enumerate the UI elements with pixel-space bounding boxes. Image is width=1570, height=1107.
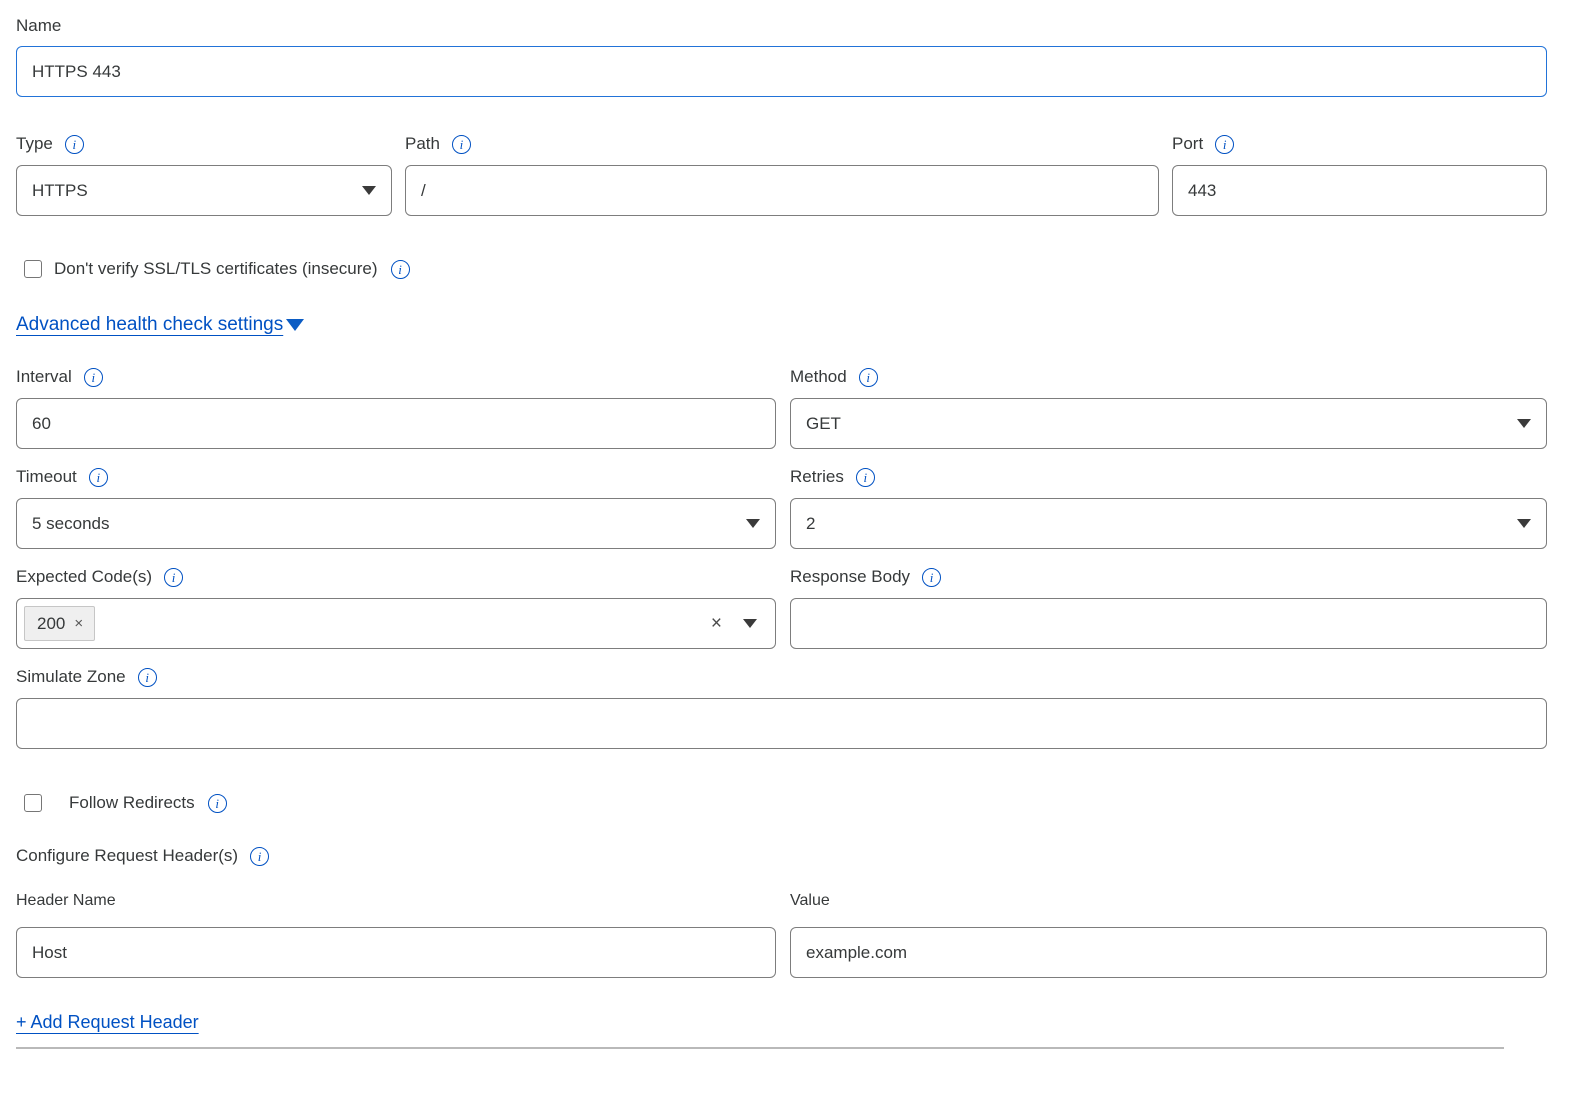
expected-codes-label: Expected Code(s) <box>16 567 152 587</box>
clear-all-icon[interactable]: × <box>711 614 722 633</box>
info-icon[interactable]: i <box>65 135 84 154</box>
method-label: Method <box>790 367 847 387</box>
expected-codes-multiselect[interactable]: 200 × × <box>16 598 776 649</box>
path-label: Path <box>405 134 440 154</box>
header-value-input[interactable] <box>790 927 1547 978</box>
timeout-label: Timeout <box>16 467 77 487</box>
method-select[interactable]: GET <box>790 398 1547 449</box>
info-icon[interactable]: i <box>250 847 269 866</box>
name-label: Name <box>16 16 1547 36</box>
response-body-label: Response Body <box>790 567 910 587</box>
info-icon[interactable]: i <box>1215 135 1234 154</box>
method-select-value: GET <box>806 414 841 434</box>
ssl-verify-checkbox[interactable] <box>24 260 42 278</box>
interval-input[interactable] <box>16 398 776 449</box>
type-select[interactable]: HTTPS <box>16 165 392 216</box>
expected-code-tag-value: 200 <box>37 614 65 634</box>
retries-select-value: 2 <box>806 514 815 534</box>
advanced-settings-link[interactable]: Advanced health check settings <box>16 314 283 336</box>
remove-tag-icon[interactable]: × <box>74 615 83 632</box>
chevron-down-icon <box>1517 519 1531 528</box>
info-icon[interactable]: i <box>452 135 471 154</box>
configure-request-headers-label: Configure Request Header(s) <box>16 846 238 866</box>
ssl-verify-label: Don't verify SSL/TLS certificates (insec… <box>54 259 378 279</box>
port-input[interactable] <box>1172 165 1547 216</box>
chevron-down-icon <box>746 519 760 528</box>
health-check-form: Name Type i HTTPS Path i Port i <box>16 16 1547 1049</box>
retries-label: Retries <box>790 467 844 487</box>
info-icon[interactable]: i <box>89 468 108 487</box>
info-icon[interactable]: i <box>84 368 103 387</box>
info-icon[interactable]: i <box>856 468 875 487</box>
response-body-input[interactable] <box>790 598 1547 649</box>
type-label: Type <box>16 134 53 154</box>
info-icon[interactable]: i <box>208 794 227 813</box>
chevron-down-icon <box>362 186 376 195</box>
info-icon[interactable]: i <box>391 260 410 279</box>
simulate-zone-label: Simulate Zone <box>16 667 126 687</box>
header-name-label: Header Name <box>16 892 776 910</box>
chevron-down-icon[interactable] <box>743 619 757 628</box>
info-icon[interactable]: i <box>164 568 183 587</box>
retries-select[interactable]: 2 <box>790 498 1547 549</box>
type-select-value: HTTPS <box>32 181 88 201</box>
follow-redirects-checkbox[interactable] <box>24 794 42 812</box>
interval-label: Interval <box>16 367 72 387</box>
chevron-down-icon <box>1517 419 1531 428</box>
follow-redirects-label: Follow Redirects <box>69 793 195 813</box>
simulate-zone-input[interactable] <box>16 698 1547 749</box>
path-input[interactable] <box>405 165 1159 216</box>
section-divider <box>16 1047 1504 1049</box>
add-request-header-link[interactable]: + Add Request Header <box>16 1012 199 1033</box>
header-name-input[interactable] <box>16 927 776 978</box>
chevron-down-icon[interactable] <box>286 319 304 331</box>
port-label: Port <box>1172 134 1203 154</box>
info-icon[interactable]: i <box>859 368 878 387</box>
header-value-label: Value <box>790 892 1547 910</box>
timeout-select-value: 5 seconds <box>32 514 110 534</box>
name-input[interactable] <box>16 46 1547 97</box>
info-icon[interactable]: i <box>922 568 941 587</box>
timeout-select[interactable]: 5 seconds <box>16 498 776 549</box>
info-icon[interactable]: i <box>138 668 157 687</box>
expected-code-tag: 200 × <box>24 606 95 641</box>
